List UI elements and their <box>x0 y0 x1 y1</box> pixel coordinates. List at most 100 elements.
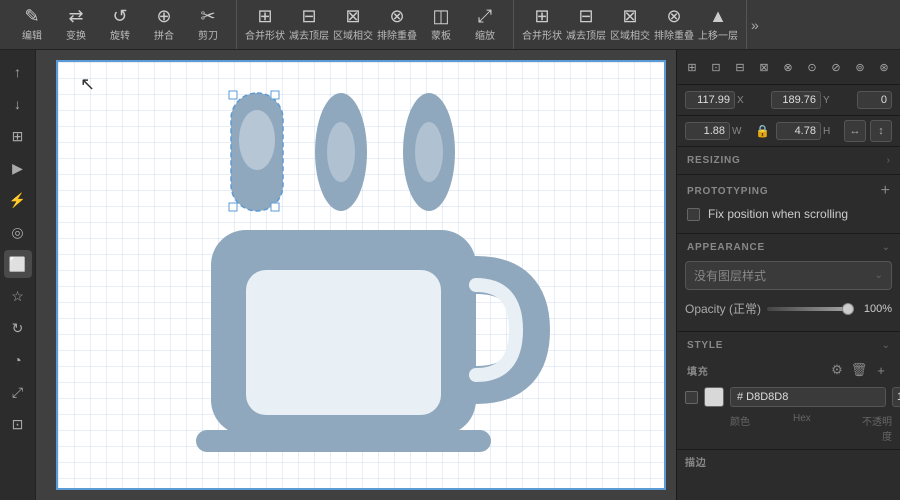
tool-mask[interactable]: ◫ 蒙板 <box>419 3 463 47</box>
merge-shapes2-icon: ⊞ <box>534 7 549 25</box>
panel-icon-more[interactable]: ⊛ <box>873 56 895 78</box>
left-tool-image[interactable]: ⊡ <box>4 410 32 438</box>
tool-transform-label: 变换 <box>66 27 86 42</box>
fix-position-checkbox[interactable] <box>687 208 700 221</box>
style-section: STYLE ⌄ 填充 ⚙ 🗑 + 颜色 <box>677 332 900 481</box>
panel-icon-align-bottom[interactable]: ⊙ <box>801 56 823 78</box>
toolbar-more-button[interactable]: » <box>747 17 763 33</box>
x-input[interactable] <box>685 91 735 109</box>
fill-col-color: 颜色 <box>730 413 787 443</box>
cup-base <box>196 430 491 452</box>
panel-icon-align-middle[interactable]: ⊗ <box>777 56 799 78</box>
panel-icon-align-left[interactable]: ⊞ <box>681 56 703 78</box>
flip-v-button[interactable]: ↕ <box>870 120 892 142</box>
toolbar-group-shape-ops2: ⊞ 合并形状 ⊟ 减去顶层 ⊠ 区域相交 ⊗ 排除重叠 ▲ 上移一层 <box>514 0 747 49</box>
fill-header: 填充 ⚙ 🗑 + <box>677 355 900 383</box>
tool-exclude2[interactable]: ⊗ 排除重叠 <box>652 3 696 47</box>
fill-col-hex: Hex <box>793 413 850 443</box>
tool-merge-shapes2-label: 合并形状 <box>522 27 562 42</box>
prototyping-add-icon[interactable]: + <box>881 183 890 199</box>
flip-h-button[interactable]: ↔ <box>844 120 866 142</box>
scale-icon: ⤢ <box>478 7 492 25</box>
prototyping-header[interactable]: PROTOTYPING + <box>677 175 900 203</box>
tool-exclude2-label: 排除重叠 <box>654 27 694 42</box>
fill-delete-button[interactable]: 🗑 <box>850 361 868 379</box>
x-label: X <box>737 95 749 106</box>
fix-position-row: Fix position when scrolling <box>677 203 900 225</box>
canvas-area[interactable]: ↖ <box>36 50 676 500</box>
tool-combine[interactable]: ⊕ 拼合 <box>142 3 186 47</box>
tool-scale[interactable]: ⤢ 缩放 <box>463 3 507 47</box>
left-tool-pie[interactable]: ◔ <box>4 346 32 374</box>
resizing-header[interactable]: RESIZING › <box>677 147 900 170</box>
coords-row: X Y <box>677 85 900 116</box>
resizing-arrow: › <box>887 155 890 166</box>
left-tool-play[interactable]: ▶ <box>4 154 32 182</box>
y-label: Y <box>823 95 835 106</box>
fill-visible-checkbox[interactable] <box>685 391 698 404</box>
layer-style-arrow: ⌄ <box>875 270 883 281</box>
fill-color-swatch[interactable] <box>704 387 724 407</box>
y-input[interactable] <box>771 91 821 109</box>
h-label: H <box>823 126 835 137</box>
tool-transform[interactable]: ⇄ 变换 <box>54 3 98 47</box>
tool-subtract2[interactable]: ⊟ 减去顶层 <box>564 3 608 47</box>
left-tool-star[interactable]: ☆ <box>4 282 32 310</box>
size-row: W 🔒 H ↔ ↕ <box>677 116 900 147</box>
left-tool-upload[interactable]: ↑ <box>4 58 32 86</box>
tool-scissors[interactable]: ✂ 剪刀 <box>186 3 230 47</box>
tool-move-up[interactable]: ▲ 上移一层 <box>696 3 740 47</box>
fill-actions: ⚙ 🗑 + <box>828 361 890 379</box>
layer-style-row[interactable]: 没有图层样式 ⌄ <box>685 261 892 290</box>
opacity-track <box>767 307 854 311</box>
tool-merge-shapes-label: 合并形状 <box>245 27 285 42</box>
fill-opacity-input[interactable] <box>892 387 900 407</box>
panel-icon-distribute-v[interactable]: ⊚ <box>849 56 871 78</box>
h-group: H <box>776 122 840 140</box>
prototyping-title: PROTOTYPING <box>687 186 768 197</box>
left-tool-square[interactable]: ⬜ <box>4 250 32 278</box>
left-tool-resize[interactable]: ⤢ <box>4 378 32 406</box>
tool-subtract[interactable]: ⊟ 减去顶层 <box>287 3 331 47</box>
resizing-section: RESIZING › <box>677 147 900 175</box>
tool-intersect2[interactable]: ⊠ 区域相交 <box>608 3 652 47</box>
left-tool-refresh[interactable]: ↻ <box>4 314 32 342</box>
tool-intersect-label: 区域相交 <box>333 27 373 42</box>
panel-icon-align-right[interactable]: ⊟ <box>729 56 751 78</box>
r-input[interactable] <box>857 91 892 109</box>
appearance-header[interactable]: APPEARANCE ⌄ <box>677 234 900 257</box>
tool-merge-shapes[interactable]: ⊞ 合并形状 <box>243 3 287 47</box>
height-input[interactable] <box>776 122 821 140</box>
panel-icon-align-top[interactable]: ⊠ <box>753 56 775 78</box>
fill-row <box>677 383 900 411</box>
left-tool-circle[interactable]: ◎ <box>4 218 32 246</box>
opacity-value: 100% <box>860 303 892 315</box>
right-panel: ⊞ ⊡ ⊟ ⊠ ⊗ ⊙ ⊘ ⊚ ⊛ X Y W <box>676 50 900 500</box>
left-tool-lightning[interactable]: ⚡ <box>4 186 32 214</box>
panel-icon-align-center[interactable]: ⊡ <box>705 56 727 78</box>
left-tool-download[interactable]: ↓ <box>4 90 32 118</box>
tool-combine-label: 拼合 <box>154 27 174 42</box>
left-tool-grid[interactable]: ⊞ <box>4 122 32 150</box>
left-toolbar: ↑ ↓ ⊞ ▶ ⚡ ◎ ⬜ ☆ ↻ ◔ ⤢ ⊡ <box>0 50 36 500</box>
lock-icon[interactable]: 🔒 <box>753 124 772 138</box>
panel-icon-distribute-h[interactable]: ⊘ <box>825 56 847 78</box>
tool-intersect[interactable]: ⊠ 区域相交 <box>331 3 375 47</box>
tool-scissors-label: 剪刀 <box>198 27 218 42</box>
tool-edit[interactable]: ✎ 编辑 <box>10 3 54 47</box>
tool-exclude-label: 排除重叠 <box>377 27 417 42</box>
steam-1-group <box>229 91 283 211</box>
width-input[interactable] <box>685 122 730 140</box>
fill-hex-input[interactable] <box>730 387 886 407</box>
tool-merge-shapes2[interactable]: ⊞ 合并形状 <box>520 3 564 47</box>
coffee-cup-svg <box>171 75 551 475</box>
tool-move-up-label: 上移一层 <box>698 27 738 42</box>
desc-row: 描边 <box>677 449 900 473</box>
appearance-arrow: ⌄ <box>882 242 890 253</box>
opacity-slider-wrap[interactable] <box>767 302 854 316</box>
tool-rotate[interactable]: ↺ 旋转 <box>98 3 142 47</box>
tool-exclude[interactable]: ⊗ 排除重叠 <box>375 3 419 47</box>
fill-settings-button[interactable]: ⚙ <box>828 361 846 379</box>
fill-add-button[interactable]: + <box>872 361 890 379</box>
style-header[interactable]: STYLE ⌄ <box>677 332 900 355</box>
